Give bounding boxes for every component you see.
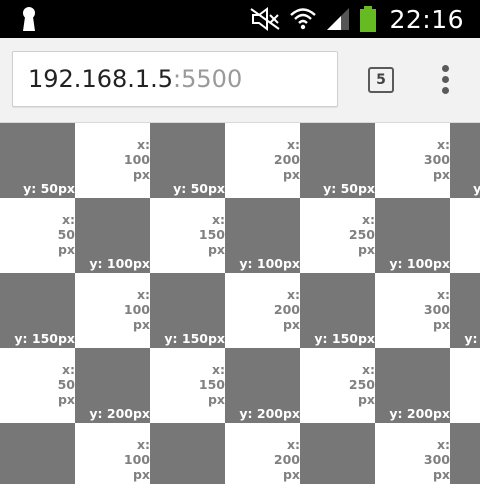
x-coordinate-label: x: 50 px xyxy=(57,212,75,257)
x-coordinate-label: x: 300 px xyxy=(423,437,450,482)
grid-cell-dark: y: 100px xyxy=(75,198,150,273)
tab-count: 5 xyxy=(376,72,386,88)
y-coordinate-label: y: 200px xyxy=(239,406,300,421)
grid-cell-dark: y: 250px xyxy=(150,423,225,484)
grid-cell-light: x: 250 px xyxy=(300,348,375,423)
grid-cell-dark: y: 100px xyxy=(225,198,300,273)
y-coordinate-label: y: 200px xyxy=(389,406,450,421)
y-coordinate-label: y: 150px xyxy=(464,331,480,346)
clock: 22:16 xyxy=(389,4,464,34)
grid-cell-dark: y: 150px xyxy=(450,273,480,348)
grid-cell-dark: y: 100px xyxy=(375,198,450,273)
grid-cell-dark: y: 250px xyxy=(450,423,480,484)
overflow-menu-icon[interactable] xyxy=(434,64,458,96)
grid-cell-light: x: 200 px xyxy=(225,123,300,198)
grid-cell-dark: y: 50px xyxy=(150,123,225,198)
grid-cell-light: x: 50 px xyxy=(0,348,75,423)
grid-cell-light: x: 100 px xyxy=(75,273,150,348)
x-coordinate-label: x: 300 px xyxy=(423,137,450,182)
y-coordinate-label: y: 200px xyxy=(89,406,150,421)
grid-cell-light: x: 200 px xyxy=(225,273,300,348)
x-coordinate-label: x: 300 px xyxy=(423,287,450,332)
grid-cell-light: x: 300 px xyxy=(375,123,450,198)
x-coordinate-label: x: 150 px xyxy=(198,212,225,257)
wifi-icon xyxy=(290,8,317,30)
y-coordinate-label: y: 100px xyxy=(89,256,150,271)
x-coordinate-label: x: 100 px xyxy=(123,137,150,182)
phone-screen: 22:16 192.168.1.5:5500 5 y: 50px x: 100 px y… xyxy=(0,0,480,484)
grid-cell-light: x: 250 px xyxy=(300,198,375,273)
x-coordinate-label: x: 200 px xyxy=(273,287,300,332)
grid-cell-dark: y: 200px xyxy=(225,348,300,423)
battery-icon xyxy=(360,6,377,32)
grid-cell-dark: y: 200px xyxy=(75,348,150,423)
grid-cell-dark: y: 150px xyxy=(300,273,375,348)
grid-cell-dark: y: 50px xyxy=(0,123,75,198)
grid-cell-dark: y: 150px xyxy=(150,273,225,348)
status-icons: 22:16 xyxy=(249,2,464,36)
grid-cell-light xyxy=(450,348,480,423)
browser-toolbar: 192.168.1.5:5500 5 xyxy=(0,38,480,123)
grid-cell-light: x: 100 px xyxy=(75,123,150,198)
x-coordinate-label: x: 100 px xyxy=(123,287,150,332)
x-coordinate-label: x: 50 px xyxy=(57,362,75,407)
x-coordinate-label: x: 250 px xyxy=(348,212,375,257)
grid-cell-light: x: 300 px xyxy=(375,273,450,348)
y-coordinate-label: y: 50px xyxy=(323,181,375,196)
grid-cell-light: x: 150 px xyxy=(150,198,225,273)
y-coordinate-label: y: 50px xyxy=(23,181,75,196)
y-coordinate-label: y: 150px xyxy=(314,331,375,346)
y-coordinate-label: y: 50px xyxy=(473,181,480,196)
address-bar[interactable]: 192.168.1.5:5500 xyxy=(12,51,338,107)
y-coordinate-label: y: 100px xyxy=(239,256,300,271)
x-coordinate-label: x: 100 px xyxy=(123,437,150,482)
y-coordinate-label: y: 100px xyxy=(389,256,450,271)
x-coordinate-label: x: 200 px xyxy=(273,437,300,482)
url-port: :5500 xyxy=(173,65,243,93)
grid-cell-light xyxy=(450,198,480,273)
mute-icon xyxy=(250,7,281,31)
y-coordinate-label: y: 150px xyxy=(164,331,225,346)
x-coordinate-label: x: 150 px xyxy=(198,362,225,407)
grid-cell-light: x: 150 px xyxy=(150,348,225,423)
grid-cell-dark: y: 50px xyxy=(450,123,480,198)
grid-cell-dark: y: 250px xyxy=(300,423,375,484)
grid-cell-dark: y: 50px xyxy=(300,123,375,198)
grid-cell-dark: y: 200px xyxy=(375,348,450,423)
grid-cell-dark: y: 150px xyxy=(0,273,75,348)
signal-icon xyxy=(327,8,350,30)
url-host: 192.168.1.5 xyxy=(28,65,174,93)
grid-cell-light: x: 100 px xyxy=(75,423,150,484)
x-coordinate-label: x: 250 px xyxy=(348,362,375,407)
y-coordinate-label: y: 150px xyxy=(14,331,75,346)
grid-cell-light: x: 50 px xyxy=(0,198,75,273)
web-page-content: y: 50px x: 100 px y: 50px x: 200 px y: 50px x: 300… xyxy=(0,123,480,484)
status-bar: 22:16 xyxy=(0,0,480,38)
y-coordinate-label: y: 50px xyxy=(173,181,225,196)
grid-cell-dark: y: 250px xyxy=(0,423,75,484)
tab-switcher-button[interactable]: 5 xyxy=(368,67,394,93)
grid-cell-light: x: 300 px xyxy=(375,423,450,484)
grid-cell-light: x: 200 px xyxy=(225,423,300,484)
keyhole-icon xyxy=(23,7,35,31)
x-coordinate-label: x: 200 px xyxy=(273,137,300,182)
